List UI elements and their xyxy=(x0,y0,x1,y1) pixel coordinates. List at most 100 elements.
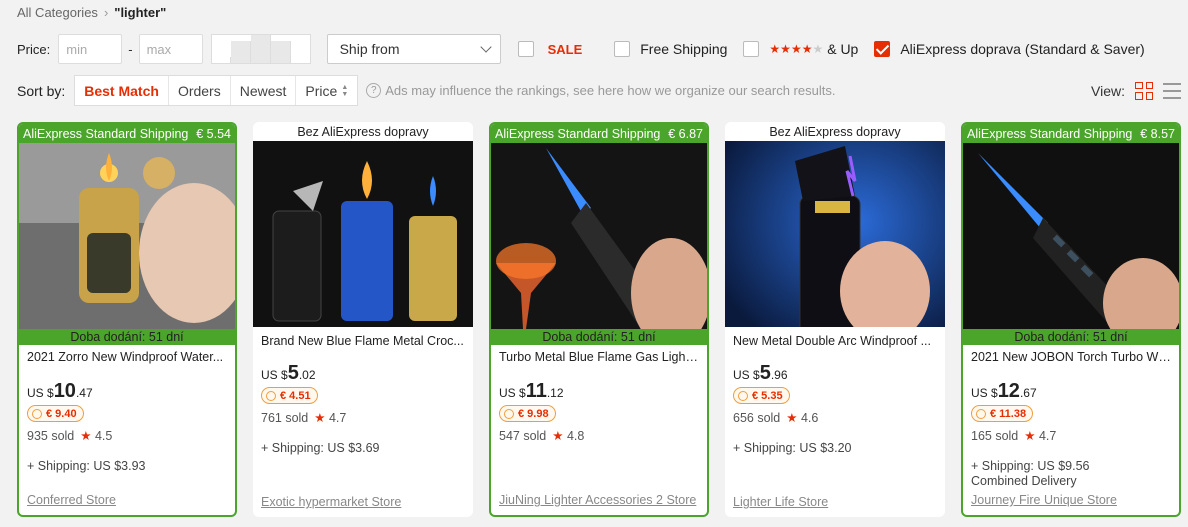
list-view-icon[interactable] xyxy=(1163,82,1181,99)
product-image[interactable] xyxy=(725,141,945,327)
product-image[interactable] xyxy=(963,143,1179,329)
sales-info: 547 sold ★ 4.8 xyxy=(499,428,699,444)
ads-note[interactable]: ? Ads may influence the rankings, see he… xyxy=(366,83,835,98)
max-price-input[interactable] xyxy=(138,34,203,64)
price-currency: US $ xyxy=(733,368,760,382)
product-title[interactable]: 2021 Zorro New Windproof Water... xyxy=(27,350,227,364)
ship-from-label: Ship from xyxy=(339,41,400,57)
price-int: 10 xyxy=(53,380,76,402)
rating-value: 4.5 xyxy=(94,429,113,443)
product-title[interactable]: Brand New Blue Flame Metal Croc... xyxy=(261,334,465,348)
product-title[interactable]: Turbo Metal Blue Flame Gas Light... xyxy=(499,350,699,364)
price-dec: .67 xyxy=(1019,386,1037,400)
delivery-time: Doba dodání: 51 dní xyxy=(963,329,1179,345)
store-link[interactable]: Conferred Store xyxy=(27,493,116,507)
sort-price[interactable]: Price ▲ ▼ xyxy=(296,76,357,105)
sort-orders[interactable]: Orders xyxy=(169,76,231,105)
sales-info: 165 sold ★ 4.7 xyxy=(971,428,1171,444)
rating-value: 4.7 xyxy=(1038,429,1057,443)
rating-value: 4.7 xyxy=(328,411,347,425)
chevron-right-icon: › xyxy=(103,5,109,20)
rating-value: 4.8 xyxy=(566,429,585,443)
sale-filter[interactable]: SALE xyxy=(517,41,583,57)
product-card[interactable]: Bez AliExpress dopravy Brand New Blue Fl… xyxy=(253,122,473,517)
coin-price-badge: € 5.35 xyxy=(733,387,790,404)
sort-label: Sort by: xyxy=(17,82,66,99)
coin-price-badge: € 4.51 xyxy=(261,387,318,404)
shipping-banner: AliExpress Standard Shipping € 6.87 xyxy=(491,124,707,143)
coin-icon xyxy=(266,390,276,401)
sale-checkbox[interactable] xyxy=(517,41,534,57)
grid-view-icon[interactable] xyxy=(1135,81,1153,100)
shipping-price: € 5.54 xyxy=(196,126,231,141)
sort-options: Best Match Orders Newest Price ▲ ▼ xyxy=(74,75,359,106)
breadcrumb-root[interactable]: All Categories xyxy=(17,5,98,20)
store-link[interactable]: Exotic hypermarket Store xyxy=(261,495,401,509)
shipping-cost: + Shipping: US $9.56 Combined Delivery xyxy=(971,459,1171,489)
price-int: 5 xyxy=(759,362,771,384)
product-image[interactable] xyxy=(253,141,473,327)
sales-info: 656 sold ★ 4.6 xyxy=(733,410,937,426)
view-label: View: xyxy=(1091,82,1125,99)
product-card[interactable]: AliExpress Standard Shipping € 6.87 Doba… xyxy=(489,122,709,517)
price-int: 5 xyxy=(287,362,299,384)
sold-count: 547 sold xyxy=(499,428,547,443)
shipping-method: AliExpress Standard Shipping xyxy=(967,126,1133,141)
aliexpress-delivery-filter[interactable]: AliExpress doprava (Standard & Saver) xyxy=(874,41,1145,57)
shipping-method: Bez AliExpress dopravy xyxy=(769,124,901,139)
product-card[interactable]: Bez AliExpress dopravy New Metal Double … xyxy=(725,122,945,517)
free-shipping-filter[interactable]: Free Shipping xyxy=(614,41,727,57)
question-icon: ? xyxy=(366,83,382,98)
coin-price-badge: € 9.40 xyxy=(27,405,84,422)
shipping-price: € 6.87 xyxy=(668,126,703,141)
ship-from-dropdown[interactable]: Ship from xyxy=(326,34,501,64)
store-link[interactable]: Lighter Life Store xyxy=(733,495,828,509)
shipping-method: Bez AliExpress dopravy xyxy=(297,124,429,139)
free-shipping-checkbox[interactable] xyxy=(614,41,631,57)
coin-price-badge: € 9.98 xyxy=(499,405,556,422)
coin-icon xyxy=(504,408,514,419)
product-card[interactable]: AliExpress Standard Shipping € 5.54 Doba… xyxy=(17,122,237,517)
breadcrumb-query: "lighter" xyxy=(114,5,167,20)
product-title[interactable]: New Metal Double Arc Windproof ... xyxy=(733,334,937,348)
rating-checkbox[interactable] xyxy=(743,41,760,57)
sold-count: 761 sold xyxy=(261,410,309,425)
price-int: 11 xyxy=(525,380,547,402)
sort-newest[interactable]: Newest xyxy=(231,76,297,105)
store-link[interactable]: Journey Fire Unique Store xyxy=(971,493,1117,507)
product-title[interactable]: 2021 New JOBON Torch Turbo Wi... xyxy=(971,350,1171,364)
sold-count: 656 sold xyxy=(733,410,781,425)
product-price: US $5.02 xyxy=(261,362,465,385)
product-image[interactable] xyxy=(491,143,707,329)
product-image[interactable] xyxy=(19,143,235,329)
shipping-method: AliExpress Standard Shipping xyxy=(495,126,661,141)
chevron-down-icon xyxy=(479,41,492,53)
shipping-banner: Bez AliExpress dopravy xyxy=(725,122,945,141)
aliexpress-delivery-checkbox[interactable] xyxy=(874,41,891,57)
min-price-input[interactable] xyxy=(58,34,123,64)
sale-label: SALE xyxy=(547,41,583,57)
price-currency: US $ xyxy=(499,386,526,400)
four-star-icon: ★★★★★ xyxy=(769,42,824,56)
filter-bar: Price: - Ship from SALE Free Shipping ★★… xyxy=(17,34,1145,64)
sort-price-label: Price xyxy=(305,82,338,99)
star-icon: ★ xyxy=(80,429,92,443)
sold-count: 935 sold xyxy=(27,428,75,443)
shipping-banner: AliExpress Standard Shipping € 5.54 xyxy=(19,124,235,143)
star-icon: ★ xyxy=(552,429,564,443)
coin-price: € 9.98 xyxy=(518,407,549,420)
sort-best-match[interactable]: Best Match xyxy=(75,76,169,105)
rating-suffix: & Up xyxy=(827,41,859,57)
star-icon: ★ xyxy=(786,411,798,425)
price-histogram[interactable] xyxy=(210,34,311,64)
price-label: Price: xyxy=(17,41,51,57)
view-switcher: View: xyxy=(1091,81,1181,100)
coin-price: € 9.40 xyxy=(46,407,77,420)
shipping-cost-line: + Shipping: US $9.56 xyxy=(971,459,1090,473)
combined-delivery: Combined Delivery xyxy=(971,474,1077,488)
delivery-time: Doba dodání: 51 dní xyxy=(19,329,235,345)
product-card[interactable]: AliExpress Standard Shipping € 8.57 Doba… xyxy=(961,122,1181,517)
rating-filter[interactable]: ★★★★★ & Up xyxy=(743,41,858,57)
store-link[interactable]: JiuNing Lighter Accessories 2 Store xyxy=(499,493,696,507)
product-grid: AliExpress Standard Shipping € 5.54 Doba… xyxy=(17,122,1181,517)
